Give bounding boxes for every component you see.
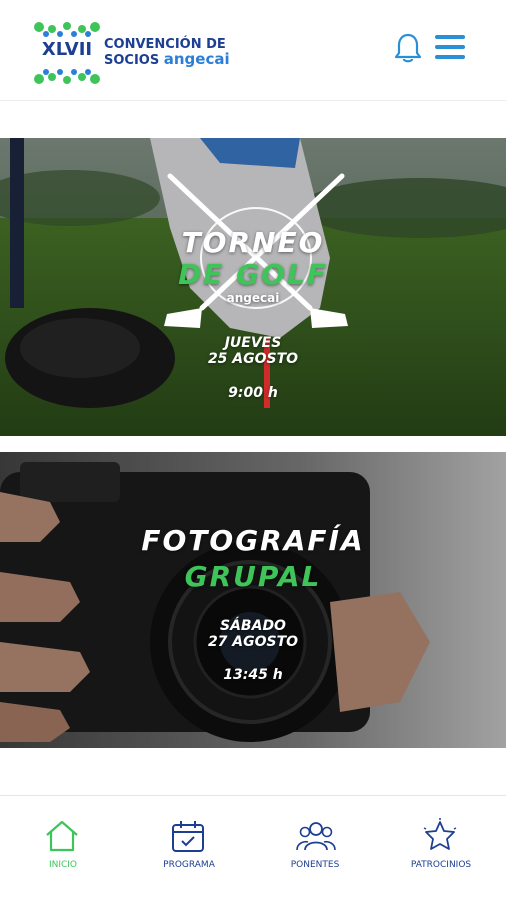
logo-line-2: SOCIOS angecai: [104, 50, 230, 69]
convention-logo: XLVII: [34, 22, 100, 84]
nav-item-patrocinios[interactable]: PATROCINIOS: [378, 796, 504, 901]
nav-item-inicio[interactable]: INICIO: [0, 796, 126, 901]
nav-label-patrocinios: PATROCINIOS: [410, 860, 472, 870]
bottom-navigation: INICIO PROGRAMA PONENTES PATROCINIOS: [0, 795, 506, 901]
golf-time: 9:00 h: [228, 385, 278, 401]
logo-roman-numeral: XLVII: [41, 39, 93, 60]
nav-item-programa[interactable]: PROGRAMA: [126, 796, 252, 901]
golf-brand: angecai: [226, 291, 280, 305]
home-icon: [46, 820, 78, 852]
golf-title-line1: TORNEO: [181, 226, 325, 259]
event-card-golf[interactable]: TORNEO DE GOLF angecai JUEVES 25 AGOSTO …: [0, 138, 506, 436]
people-icon: [296, 822, 336, 851]
logo-socios: SOCIOS: [104, 53, 160, 68]
hamburger-menu-icon: [435, 35, 465, 59]
event-card-photo[interactable]: FOTOGRAFÍA GRUPAL SÁBADO 27 AGOSTO 13:45…: [0, 452, 506, 748]
calendar-icon: [172, 821, 204, 852]
app-header: XLVII CONVENCIÓN DE SOCIOS angecai: [0, 0, 506, 101]
photo-time: 13:45 h: [223, 667, 283, 683]
star-icon: [423, 818, 457, 850]
logo-brand: angecai: [163, 50, 230, 68]
photo-title-line2: GRUPAL: [184, 560, 322, 593]
photo-date: 27 AGOSTO: [207, 634, 299, 650]
golf-title-line2: DE GOLF: [178, 258, 328, 291]
logo-wordmark: CONVENCIÓN DE SOCIOS angecai: [104, 37, 230, 68]
photo-background-image: [0, 452, 506, 748]
nav-item-ponentes[interactable]: PONENTES: [252, 796, 378, 901]
nav-label-inicio: INICIO: [48, 860, 78, 870]
bell-icon: [394, 33, 422, 63]
menu-button[interactable]: [434, 34, 466, 60]
notifications-button[interactable]: [394, 32, 422, 64]
golf-date: 25 AGOSTO: [207, 351, 299, 367]
nav-label-ponentes: PONENTES: [290, 860, 340, 870]
nav-label-programa: PROGRAMA: [163, 860, 215, 870]
photo-title-line1: FOTOGRAFÍA: [141, 524, 365, 557]
